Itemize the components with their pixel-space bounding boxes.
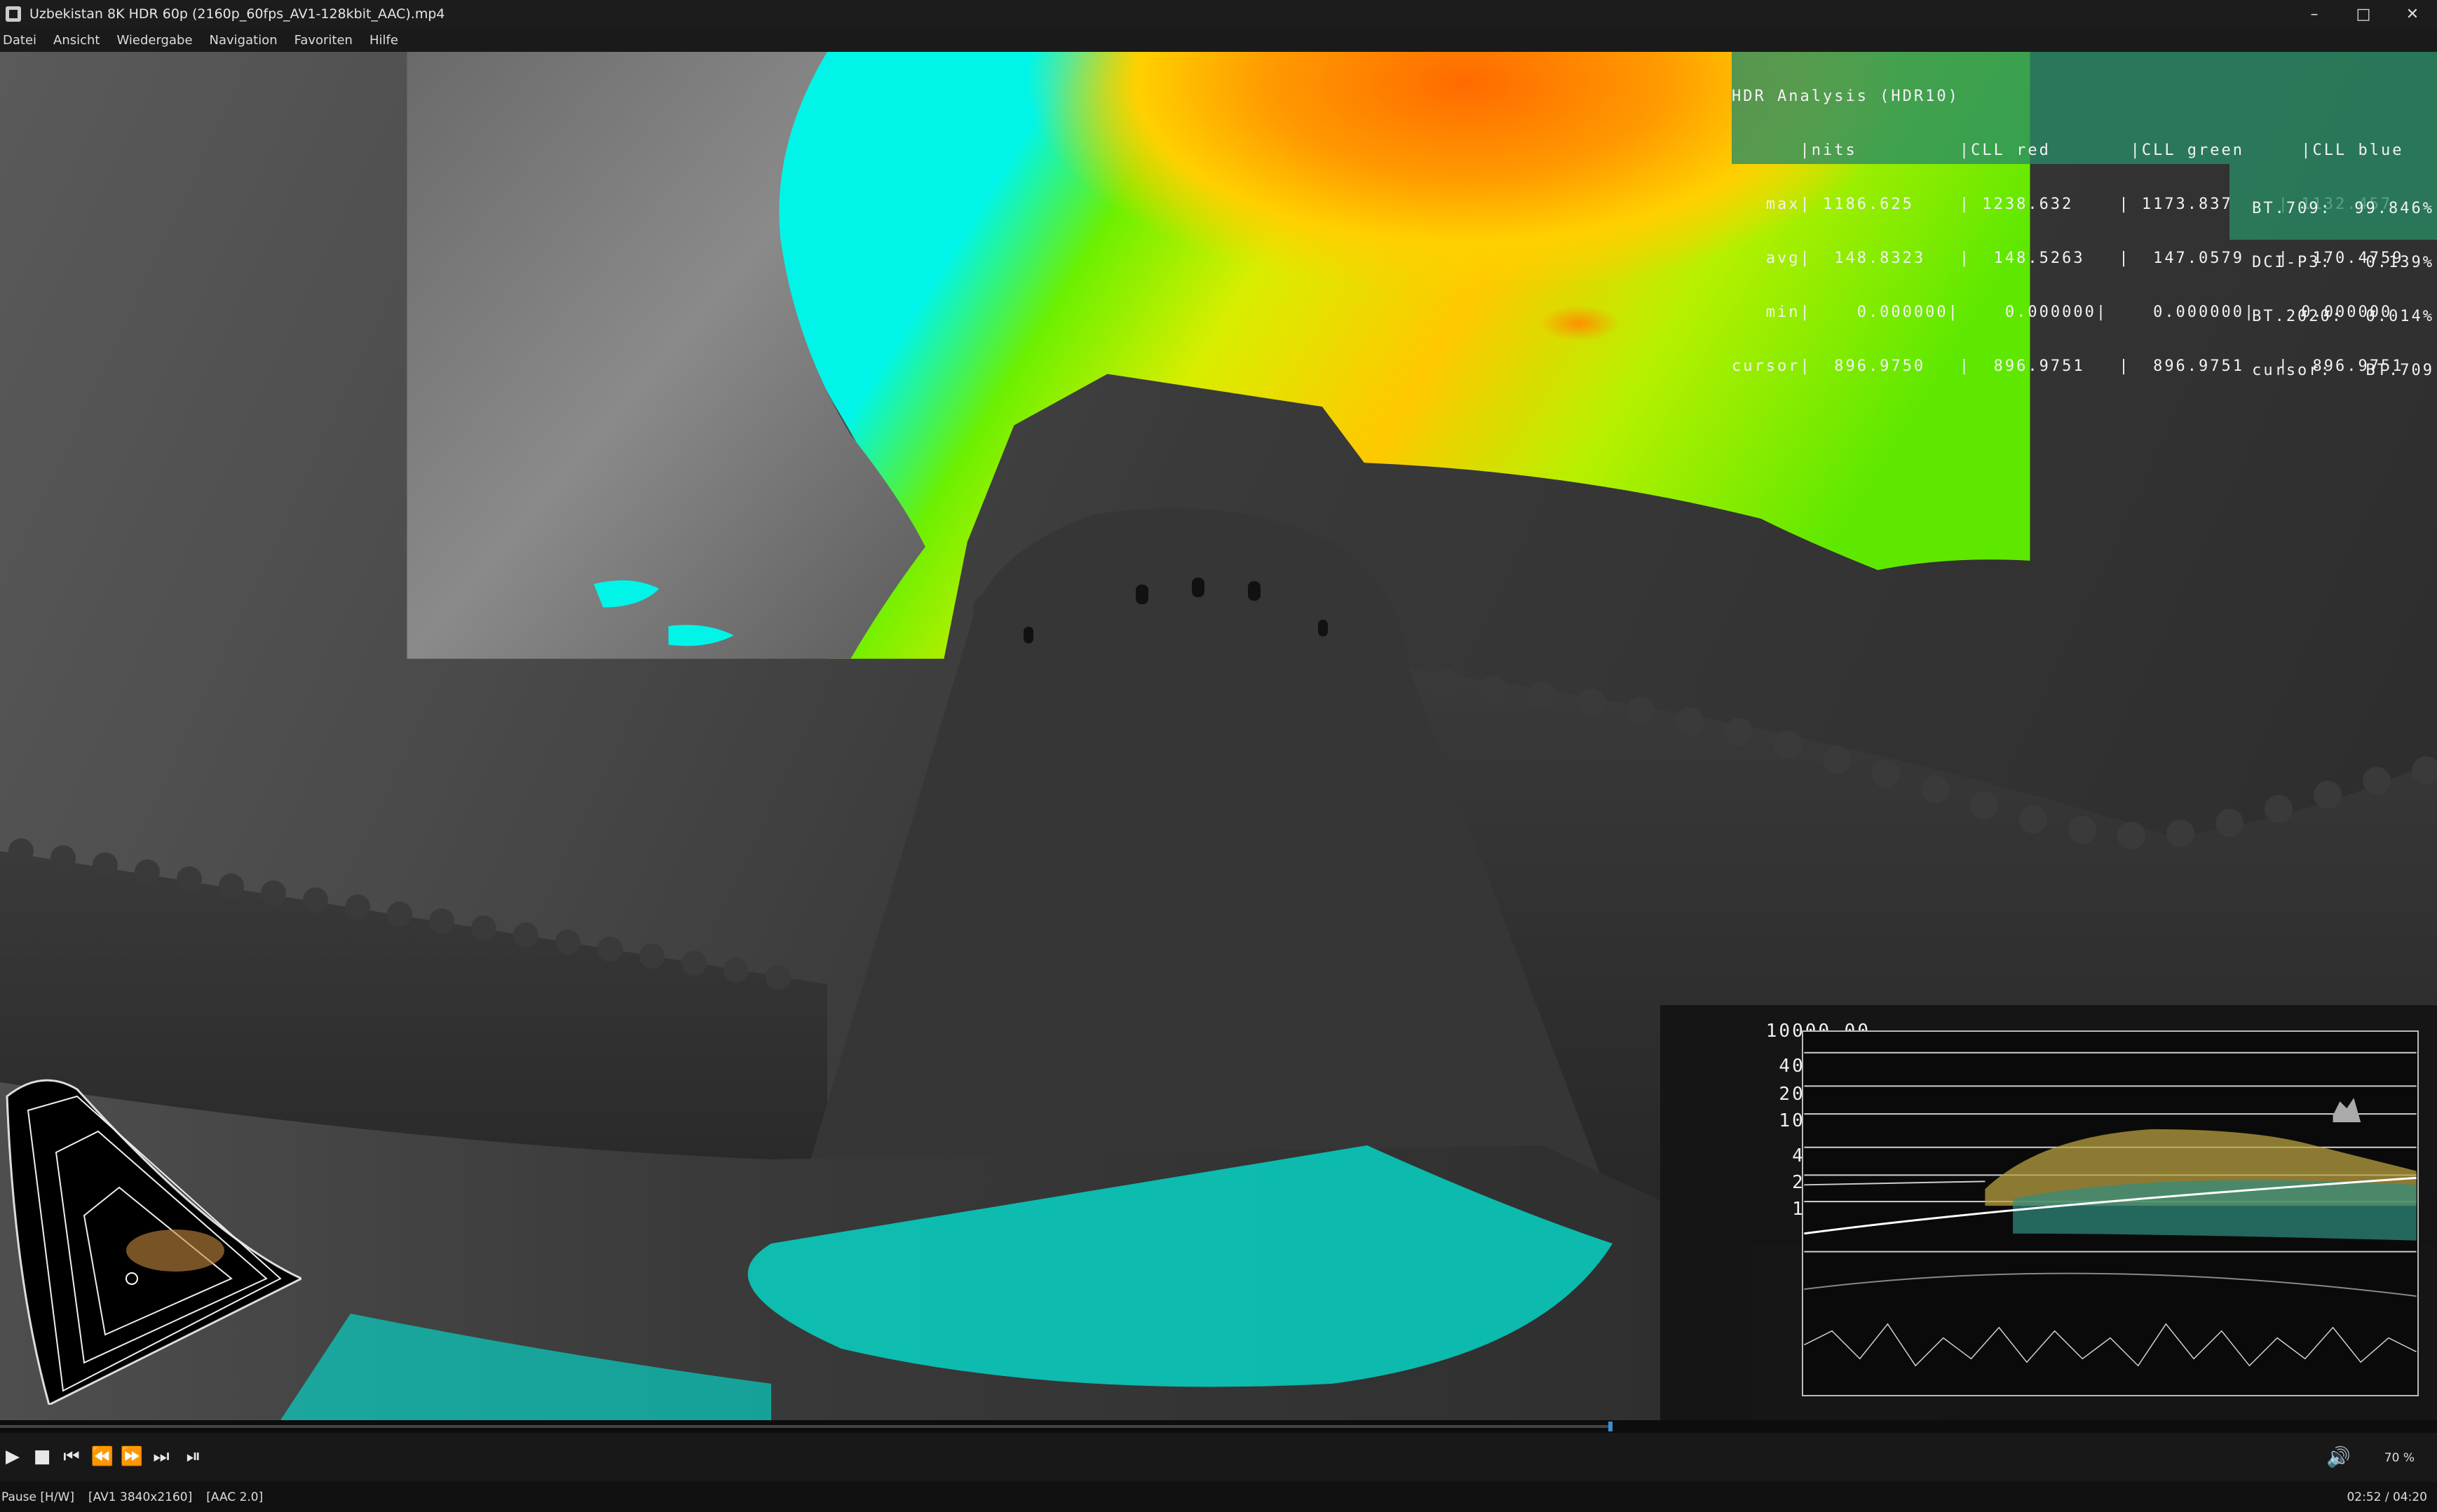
window-title: Uzbekistan 8K HDR 60p (2160p_60fps_AV1-1… (29, 6, 445, 22)
gamut-bt2020: BT.2020: 0.014% (2252, 308, 2434, 325)
cie-gamut-diagram (6, 1079, 301, 1405)
stop-icon[interactable]: ■ (29, 1444, 55, 1469)
control-bar: ▶ ■ ⏮ ⏪ ⏩ ⏭ ⏯ 🔊 70 % (0, 1433, 2437, 1482)
skip-back-icon[interactable]: ⏮ (59, 1444, 84, 1469)
rewind-icon[interactable]: ⏪ (90, 1444, 115, 1469)
menu-ansicht[interactable]: Ansicht (53, 33, 100, 48)
menu-datei[interactable]: Datei (3, 33, 36, 48)
playback-time: 02:52 / 04:20 (2347, 1490, 2427, 1504)
seek-bar-handle[interactable] (1608, 1422, 1613, 1431)
seek-bar[interactable] (0, 1420, 2437, 1433)
status-video-codec: [AV1 3840x2160] (88, 1490, 193, 1504)
close-button[interactable]: ✕ (2388, 0, 2437, 28)
status-bar: Pause [H/W] [AV1 3840x2160] [AAC 2.0] 02… (0, 1482, 2437, 1512)
gamut-bt709: BT.709: 99.846% (2252, 200, 2434, 217)
menu-favoriten[interactable]: Favoriten (294, 33, 353, 48)
menu-wiedergabe[interactable]: Wiedergabe (117, 33, 193, 48)
menu-bar: Datei Ansicht Wiedergabe Navigation Favo… (0, 28, 2437, 52)
maximize-button[interactable]: □ (2339, 0, 2388, 28)
luminance-plot (1802, 1030, 2419, 1396)
skip-forward-icon[interactable]: ⏭ (149, 1444, 174, 1469)
title-bar: Uzbekistan 8K HDR 60p (2160p_60fps_AV1-1… (0, 0, 2437, 28)
status-state: Pause [H/W] (1, 1490, 74, 1504)
fast-forward-icon[interactable]: ⏩ (119, 1444, 144, 1469)
gamut-cursor: cursor: BT.709 (2252, 362, 2434, 379)
play-icon[interactable]: ▶ (0, 1444, 25, 1469)
speaker-icon[interactable]: 🔊 (2326, 1445, 2353, 1469)
status-audio-codec: [AAC 2.0] (206, 1490, 264, 1504)
menu-hilfe[interactable]: Hilfe (369, 33, 398, 48)
hdr-analysis-panel: HDR Analysis (HDR10) |nits |CLL red |CLL… (1732, 52, 2437, 375)
hdr-header-row: |nits |CLL red |CLL green |CLL blue (1732, 142, 2404, 159)
seek-bar-played (0, 1425, 1609, 1428)
window-controls: – □ ✕ (2290, 0, 2437, 28)
volume-level[interactable]: 70 % (2384, 1451, 2415, 1465)
gamut-coverage-panel: BT.709: 99.846% DCI-P3: 0.139% BT.2020: … (2229, 164, 2437, 379)
hdr-title: HDR Analysis (HDR10) (1732, 88, 1960, 105)
gamut-dcip3: DCI-P3: 0.139% (2252, 254, 2434, 271)
app-icon (6, 6, 21, 22)
menu-navigation[interactable]: Navigation (210, 33, 278, 48)
frame-step-icon[interactable]: ⏯ (181, 1444, 206, 1469)
minimize-button[interactable]: – (2290, 0, 2339, 28)
